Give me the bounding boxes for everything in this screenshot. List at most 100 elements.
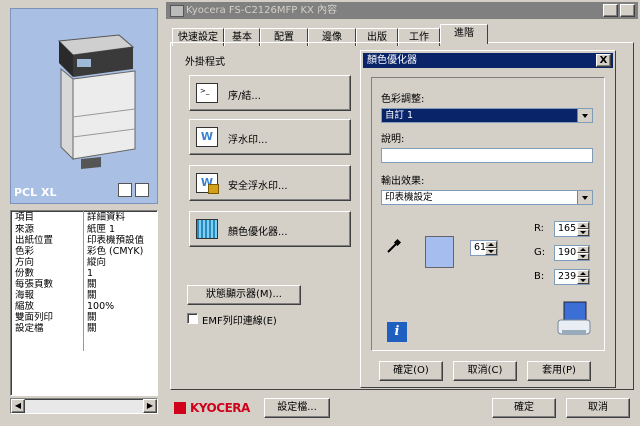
info-icon[interactable]: i [387,322,407,342]
tolerance-down[interactable] [485,248,497,255]
secure-watermark-button[interactable]: W 安全浮水印... [189,165,351,201]
preview-icon-1[interactable] [118,183,132,197]
output-effect-select[interactable]: 印表機設定 [381,190,593,205]
help-button[interactable]: ? [603,4,618,17]
profile-button[interactable]: 設定檔... [264,398,330,418]
property-row: 來源 紙匣 1 [11,224,157,235]
tolerance-up[interactable] [485,241,497,248]
watermark-button[interactable]: W 浮水印... [189,119,351,155]
properties-list[interactable]: 項目 詳細資料 來源 紙匣 1 出紙位置 印表機預設值 色彩 彩色 (CMYK) 方向 縱向份… [10,210,158,396]
property-key: 縮放 [15,301,35,312]
description-label: 說明: [381,134,405,145]
chevron-down-icon[interactable] [577,109,592,122]
property-row: 縮放 100% [11,301,157,312]
prologue-epilogue-label: 序/結... [228,91,261,102]
header-item: 項目 [15,212,35,223]
property-key: 海報 [15,290,35,301]
property-row: 份數 1 [11,268,157,279]
property-value: 彩色 (CMYK) [87,246,144,257]
color-optimizer-button[interactable]: 顏色優化器... [189,211,351,247]
description-field[interactable] [381,148,593,163]
property-value: 縱向 [87,257,107,268]
g-label: G: [534,247,546,258]
r-down[interactable] [577,229,589,236]
preview-icon-2[interactable] [135,183,149,197]
color-adjust-label: 色彩調整: [381,94,425,105]
printer-preview [10,8,158,204]
property-row: 設定檔 關 [11,323,157,334]
secure-watermark-icon: W [196,173,219,194]
color-swatch [425,236,454,268]
properties-header: 項目 詳細資料 [11,212,157,223]
r-value: 165 [558,223,577,234]
watermark-label: 浮水印... [228,135,268,146]
dialog-titlebar[interactable]: 顏色優化器 X [363,53,613,68]
window-titlebar[interactable]: Kyocera FS-C2126MFP KX 內容 ? X [166,2,638,19]
dialog-apply-button[interactable]: 套用(P) [527,361,591,381]
r-up[interactable] [577,222,589,229]
status-monitor-button[interactable]: 狀態顯示器(M)... [187,285,301,305]
dialog-title: 顏色優化器 [367,55,417,66]
property-row: 方向 縱向 [11,257,157,268]
output-effect-label: 輸出效果: [381,176,425,187]
printer-color-icon [556,300,592,343]
scroll-left-button[interactable]: ◀ [11,399,25,413]
property-value: 紙匣 1 [87,224,116,235]
property-key: 每張頁數 [15,279,54,290]
property-value: 1 [87,268,94,279]
emf-label: EMF列印連線(E) [202,316,277,327]
g-up[interactable] [577,246,589,253]
b-value: 239 [558,271,577,282]
b-label: B: [534,271,545,282]
ok-button[interactable]: 確定 [492,398,556,418]
property-row: 色彩 彩色 (CMYK) [11,246,157,257]
property-value: 關 [87,323,97,334]
dialog-cancel-button[interactable]: 取消(C) [453,361,517,381]
property-value: 關 [87,279,97,290]
kyocera-mark-icon [174,402,186,414]
dialog-close-button[interactable]: X [596,54,611,67]
color-optimizer-label: 顏色優化器... [228,227,288,238]
watermark-icon: W [196,127,218,147]
b-down[interactable] [577,277,589,284]
eyedropper-icon[interactable] [386,238,402,257]
property-key: 設定檔 [15,323,44,334]
property-row: 海報 關 [11,290,157,301]
printer-title-icon [170,5,184,17]
b-spinner[interactable]: 239 [554,269,590,285]
r-spinner[interactable]: 165 [554,221,590,237]
cancel-button[interactable]: 取消 [566,398,630,418]
prologue-epilogue-button[interactable]: >_ 序/結... [189,75,351,111]
color-adjust-value: 自訂 1 [385,110,414,121]
output-effect-value: 印表機設定 [385,192,433,203]
color-optimizer-dialog: 顏色優化器 X 色彩調整: 自訂 1 說明: 輸出效果: 印表機設定 61 R:… [360,50,616,388]
b-up[interactable] [577,270,589,277]
header-detail: 詳細資料 [87,212,126,223]
dialog-group: 色彩調整: 自訂 1 說明: 輸出效果: 印表機設定 61 R: 165 G: … [371,77,605,351]
property-key: 雙面列印 [15,312,54,323]
property-row: 出紙位置 印表機預設值 [11,235,157,246]
property-key: 色彩 [15,246,35,257]
horizontal-scrollbar[interactable]: ◀ ▶ [10,398,158,414]
property-row: 雙面列印 關 [11,312,157,323]
property-key: 份數 [15,268,35,279]
scroll-right-button[interactable]: ▶ [143,399,157,413]
window-close-button[interactable]: X [620,4,635,17]
tolerance-spinner[interactable]: 61 [470,240,498,256]
pdl-label: PCL XL [14,186,57,199]
property-key: 來源 [15,224,35,235]
g-down[interactable] [577,253,589,260]
property-value: 印表機預設值 [87,235,145,246]
color-adjust-select[interactable]: 自訂 1 [381,108,593,123]
window-title: Kyocera FS-C2126MFP KX 內容 [186,5,338,16]
emf-checkbox[interactable] [187,313,198,324]
color-grid-icon [196,219,218,239]
g-value: 190 [558,247,577,258]
dialog-ok-button[interactable]: 確定(O) [379,361,443,381]
plugins-label: 外掛程式 [185,57,225,68]
g-spinner[interactable]: 190 [554,245,590,261]
tab-advanced[interactable]: 進階 [440,24,488,44]
document-icon: >_ [196,83,218,103]
property-value: 關 [87,290,97,301]
chevron-down-icon[interactable] [577,191,592,204]
